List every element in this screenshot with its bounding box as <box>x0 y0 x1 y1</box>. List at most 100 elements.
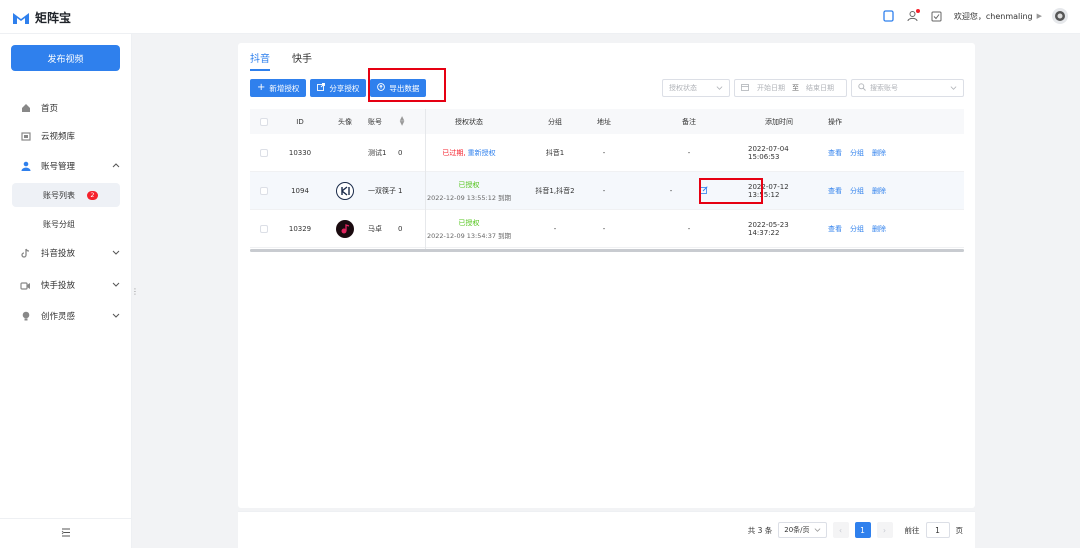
row-number: 0 <box>398 224 403 233</box>
lightbulb-icon <box>20 311 31 322</box>
search-placeholder: 搜索账号 <box>870 84 898 92</box>
plus-icon: + <box>257 82 266 93</box>
search-icon <box>858 83 866 93</box>
page-size-value: 20条/页 <box>784 526 810 534</box>
total-count: 共 3 条 <box>747 525 773 535</box>
tiktok-icon <box>20 248 31 259</box>
sidebar-item-label: 账号分组 <box>43 219 75 229</box>
sidebar-item-video-library[interactable]: 云视频库 <box>0 124 132 148</box>
delete-link[interactable]: 删除 <box>872 186 886 196</box>
group-link[interactable]: 分组 <box>850 224 864 234</box>
avatar <box>336 181 354 200</box>
document-icon[interactable] <box>882 9 896 23</box>
user-menu[interactable]: 欢迎您，chenmaling ▶ <box>954 11 1042 22</box>
goto-page-input[interactable]: 1 <box>925 522 950 538</box>
share-authorization-button[interactable]: 分享授权 <box>310 79 367 97</box>
row-id: 10330 <box>288 148 312 157</box>
select-placeholder: 授权状态 <box>669 84 697 92</box>
sidebar-item-account-group[interactable]: 账号分组 <box>12 212 120 236</box>
tab-douyin[interactable]: 抖音 <box>250 50 270 71</box>
date-separator: 至 <box>792 84 799 92</box>
sidebar-item-label: 账号管理 <box>41 162 76 172</box>
start-date-placeholder: 开始日期 <box>757 84 785 92</box>
row-checkbox[interactable] <box>260 186 268 195</box>
resize-handle-icon[interactable]: ⋮ <box>131 287 139 296</box>
expiry-date: 2022-12-09 13:55:12 到期 <box>426 193 512 202</box>
sidebar-item-douyin-ads[interactable]: 抖音投放 <box>0 241 132 265</box>
added-time: 2022-05-23 14:37:22 <box>748 220 789 237</box>
chevron-down-icon <box>814 526 821 535</box>
table-row: 10329 马卓 0 已授权 2022-12-09 13:54:37 到期 - … <box>250 210 964 248</box>
next-page-button[interactable]: › <box>876 522 893 538</box>
row-id: 10329 <box>288 224 312 233</box>
date-range-picker[interactable]: 开始日期 至 结束日期 <box>734 79 847 97</box>
end-date-placeholder: 结束日期 <box>806 84 834 92</box>
filters: 授权状态 开始日期 至 结束日期 搜索账号 <box>662 79 964 97</box>
tab-kuaishou[interactable]: 快手 <box>292 50 312 71</box>
task-check-icon[interactable] <box>930 9 944 23</box>
address-value: - <box>602 224 606 233</box>
sidebar-item-account-management[interactable]: 账号管理 <box>0 154 132 178</box>
group-value: 抖音1,抖音2 <box>535 186 575 195</box>
added-time: 2022-07-04 15:06:53 <box>748 144 789 161</box>
column-header: 分组 <box>548 117 562 126</box>
page-size-select[interactable]: 20条/页 <box>778 522 827 538</box>
search-account-input[interactable]: 搜索账号 <box>851 79 964 97</box>
view-link[interactable]: 查看 <box>828 186 842 196</box>
table-row: 10330 测试1 0 已过期, 重新授权 抖音1 - - 2022-07-04… <box>250 134 964 172</box>
user-avatar[interactable] <box>1052 8 1068 24</box>
logo-icon <box>12 11 30 25</box>
row-checkbox[interactable] <box>260 224 268 233</box>
sidebar-collapse-button[interactable] <box>0 518 132 548</box>
delete-link[interactable]: 删除 <box>872 224 886 234</box>
view-link[interactable]: 查看 <box>828 224 842 234</box>
sidebar-item-kuaishou-ads[interactable]: 快手投放 <box>0 273 132 297</box>
logo[interactable]: 矩阵宝 <box>12 9 71 26</box>
sidebar-item-inspiration[interactable]: 创作灵感 <box>0 304 132 328</box>
group-link[interactable]: 分组 <box>850 148 864 158</box>
select-all-checkbox[interactable] <box>260 117 268 126</box>
page-unit-label: 页 <box>955 525 964 535</box>
sort-icon[interactable]: ▲ ▼ <box>400 116 405 126</box>
view-link[interactable]: 查看 <box>828 148 842 158</box>
home-icon <box>20 103 31 114</box>
column-header: 操作 <box>828 117 842 126</box>
menu-fold-icon <box>61 528 71 539</box>
sidebar-item-label: 账号列表 <box>43 190 75 200</box>
avatar <box>336 219 354 238</box>
sidebar: 发布视频 首页 云视频库 账号管理 账号列表 2 账号分组 抖音投放 快手投放 … <box>0 34 132 548</box>
sidebar-item-label: 快手投放 <box>41 281 76 291</box>
highlight-box-export <box>368 68 446 102</box>
kuaishou-icon <box>20 280 31 291</box>
status-filter-select[interactable]: 授权状态 <box>662 79 730 97</box>
column-header: 头像 <box>338 117 352 126</box>
sidebar-item-account-list[interactable]: 账号列表 2 <box>12 183 120 207</box>
platform-tabs: 抖音 快手 <box>250 50 312 71</box>
row-number: 1 <box>398 186 403 195</box>
scrollbar-thumb[interactable] <box>250 249 964 252</box>
row-checkbox[interactable] <box>260 148 268 157</box>
sidebar-item-home[interactable]: 首页 <box>0 96 132 120</box>
chevron-up-icon <box>112 161 120 172</box>
prev-page-button[interactable]: ‹ <box>832 522 849 538</box>
page-number-button[interactable]: 1 <box>854 522 871 538</box>
horizontal-scrollbar[interactable] <box>250 249 964 252</box>
reauthorize-link[interactable]: 重新授权 <box>468 148 496 158</box>
chevron-down-icon <box>716 84 723 93</box>
delete-link[interactable]: 删除 <box>872 148 886 158</box>
fixed-column-divider <box>425 109 426 249</box>
sidebar-item-label: 首页 <box>41 104 59 114</box>
user-notification-icon[interactable] <box>906 9 920 23</box>
sidebar-item-label: 云视频库 <box>41 132 76 142</box>
goto-label: 前往 <box>904 525 920 535</box>
column-header: 地址 <box>597 117 611 126</box>
note-value: - <box>669 186 673 195</box>
chevron-down-icon <box>950 84 957 93</box>
notification-dot <box>915 9 920 13</box>
sidebar-item-label: 抖音投放 <box>41 249 76 259</box>
account-name: 马卓 <box>368 224 382 233</box>
publish-video-button[interactable]: 发布视频 <box>11 45 120 71</box>
group-link[interactable]: 分组 <box>850 186 864 196</box>
button-label: 新增授权 <box>269 83 300 93</box>
add-authorization-button[interactable]: + 新增授权 <box>250 79 307 97</box>
